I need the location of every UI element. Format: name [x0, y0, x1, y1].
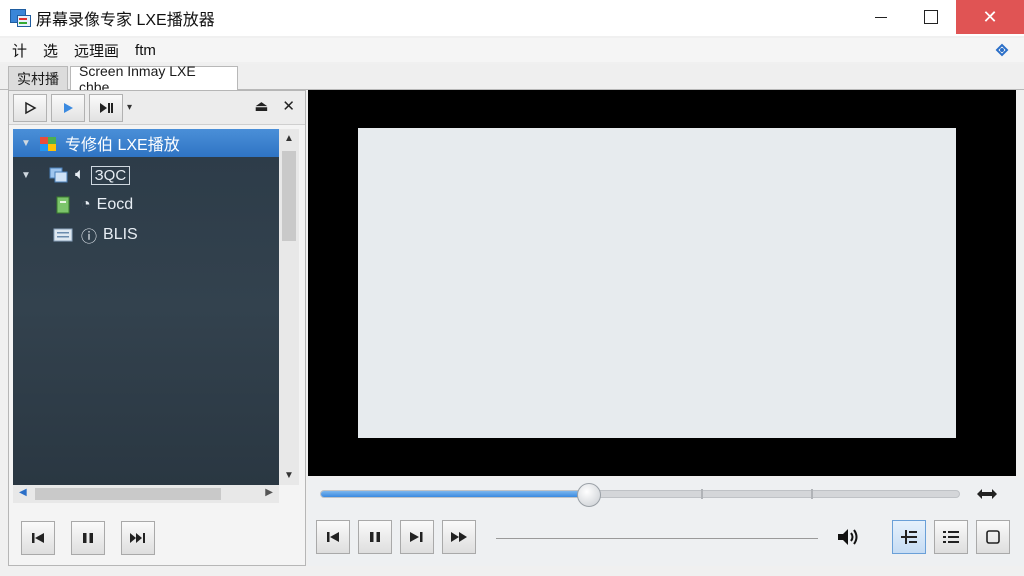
pause-icon — [83, 533, 93, 543]
playlist-icon — [943, 531, 959, 543]
tab-1-label: 实村播 — [17, 70, 59, 87]
pause-icon — [370, 532, 380, 542]
view-buttons — [892, 520, 1010, 554]
document-icon — [53, 196, 73, 214]
window-controls: ✕ — [856, 0, 1024, 34]
step-forward-button[interactable] — [400, 520, 434, 554]
seek-progress-fill — [321, 491, 589, 497]
collapse-arrow-icon[interactable]: ▼ — [21, 170, 33, 181]
fast-forward-icon — [451, 532, 467, 542]
folder-media-icon — [39, 134, 59, 152]
help-icon[interactable] — [994, 42, 1010, 58]
adjust-list-icon — [901, 530, 917, 544]
menu-item-2[interactable]: 选 — [35, 40, 66, 61]
expand-arrow-icon[interactable]: ▼ — [21, 138, 33, 149]
panel-close-icon[interactable]: ✕ — [282, 97, 295, 115]
panel-pause-button[interactable] — [71, 521, 105, 555]
menu-item-3[interactable]: 远理画 — [66, 40, 127, 61]
tree-item-2-label: Eocd — [96, 196, 134, 213]
panel-next-button[interactable] — [121, 521, 155, 555]
seek-area — [308, 478, 1024, 512]
fast-forward-button[interactable] — [442, 520, 476, 554]
close-button[interactable]: ✕ — [956, 0, 1024, 34]
step-button[interactable] — [89, 93, 123, 122]
tree-item-2[interactable]: ◔ Eocd — [13, 191, 279, 219]
video-file-icon — [49, 166, 69, 184]
skip-previous-icon — [32, 533, 44, 543]
seek-marker — [701, 489, 703, 499]
audio-icon: ◔ — [81, 196, 91, 213]
tree-item-3[interactable]: ⓘ BLIS — [13, 221, 279, 249]
tree-vertical-scrollbar[interactable]: ▲ ▼ — [279, 129, 299, 485]
tab-1[interactable]: 实村播 — [8, 66, 68, 90]
previous-button[interactable] — [316, 520, 350, 554]
fullscreen-icon — [986, 530, 1000, 544]
panel-header-icons: ⏏ ✕ — [254, 97, 295, 115]
fullscreen-button[interactable] — [976, 520, 1010, 554]
video-frame — [358, 128, 956, 438]
tree-item-1[interactable]: ▼ 🔈︎ ЗQC — [13, 161, 279, 189]
playlist-button[interactable] — [934, 520, 968, 554]
panel-playback-controls — [21, 521, 155, 555]
tree-item-1-label: ЗQC — [90, 165, 131, 185]
close-icon: ✕ — [982, 6, 998, 27]
app-logo-icon — [10, 7, 32, 29]
tree-horizontal-scrollbar[interactable]: ◀ ▶ — [13, 485, 279, 503]
vertical-scroll-thumb[interactable] — [282, 151, 296, 241]
maximize-button[interactable] — [906, 0, 956, 34]
panel-previous-button[interactable] — [21, 521, 55, 555]
step-forward-icon — [410, 532, 423, 542]
menu-item-1[interactable]: 计 — [0, 40, 35, 61]
transport-buttons — [316, 520, 476, 554]
pause-button[interactable] — [358, 520, 392, 554]
info-icon: ⓘ — [81, 229, 98, 246]
playlist-toolbar: ▾ ⏏ ✕ — [9, 91, 305, 125]
tree-item-root[interactable]: ▼ 专修伯 LXE播放 — [13, 129, 279, 157]
title-bar: 屏幕录像专家 LXE播放器 ✕ — [0, 0, 1024, 36]
seek-slider[interactable] — [320, 483, 960, 507]
video-viewport[interactable] — [308, 90, 1016, 476]
play-outline-button[interactable] — [13, 93, 47, 122]
loop-icon[interactable] — [974, 486, 1000, 502]
scroll-up-icon[interactable]: ▲ — [284, 133, 294, 144]
eject-icon[interactable]: ⏏ — [254, 97, 268, 115]
minimize-icon — [875, 16, 887, 18]
seek-marker — [811, 489, 813, 499]
volume-track[interactable] — [496, 538, 818, 539]
playlist-panel: ▾ ⏏ ✕ ▼ 专修伯 LXE播放 ▼ 🔈︎ ЗQC ◔ Eocd ⓘ BLIS… — [8, 90, 306, 566]
file-tree: ▼ 专修伯 LXE播放 ▼ 🔈︎ ЗQC ◔ Eocd ⓘ BLIS — [13, 129, 279, 485]
play-outline-icon — [25, 101, 37, 114]
scroll-down-icon[interactable]: ▼ — [284, 470, 294, 481]
list-file-icon — [53, 226, 73, 244]
menu-bar: 计 选 远理画 ftm — [0, 38, 1024, 62]
horizontal-scroll-thumb[interactable] — [35, 488, 221, 500]
scroll-left-icon[interactable]: ◀ — [19, 487, 27, 498]
settings-list-button[interactable] — [892, 520, 926, 554]
dropdown-arrow-icon[interactable]: ▾ — [127, 102, 132, 113]
window-title: 屏幕录像专家 LXE播放器 — [36, 12, 215, 29]
skip-previous-icon — [327, 532, 339, 542]
volume-icon[interactable] — [836, 526, 860, 548]
maximize-icon — [924, 10, 938, 24]
scroll-right-icon[interactable]: ▶ — [265, 487, 273, 498]
step-icon — [100, 102, 113, 113]
app-window: 屏幕录像专家 LXE播放器 ✕ 计 选 远理画 ftm 实村播 Screen I… — [0, 0, 1024, 576]
minimize-button[interactable] — [856, 0, 906, 34]
tree-item-3-label: BLIS — [103, 226, 138, 243]
speaker-icon: 🔈︎ — [75, 166, 85, 183]
play-button[interactable] — [51, 93, 85, 122]
seek-thumb[interactable] — [576, 483, 601, 507]
tree-item-root-label: 专修伯 LXE播放 — [65, 137, 180, 154]
tab-2[interactable]: Screen Inmay LXE chbe — [70, 63, 238, 95]
player-controls — [308, 512, 1024, 566]
play-icon — [64, 102, 73, 113]
fast-forward-end-icon — [130, 533, 145, 543]
menu-item-4[interactable]: ftm — [127, 42, 164, 59]
tab-strip: 实村播 Screen Inmay LXE chbe — [0, 63, 1024, 95]
